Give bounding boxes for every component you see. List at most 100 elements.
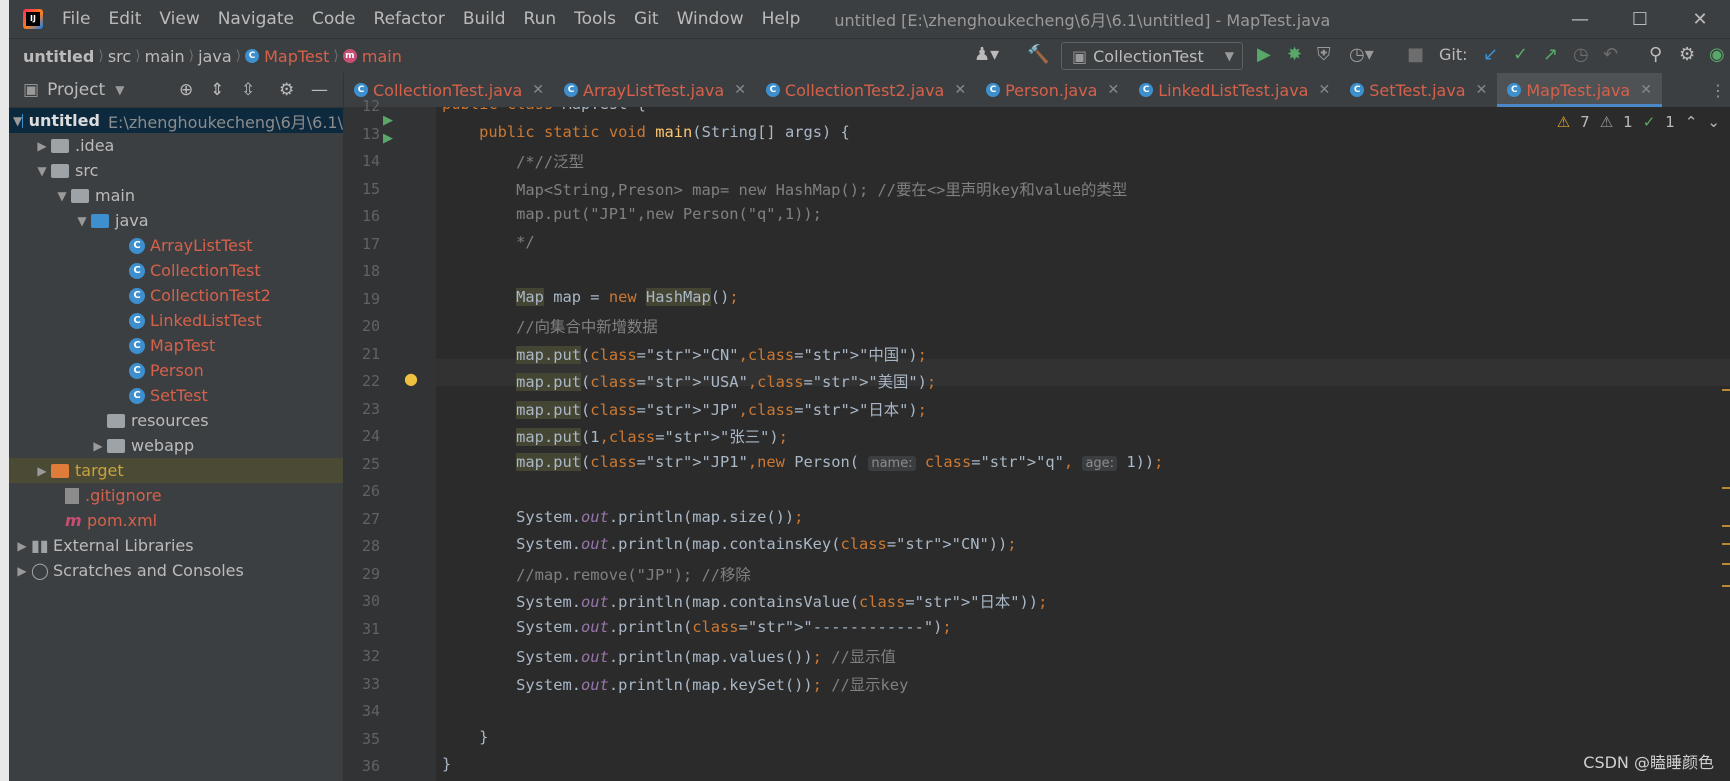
git-push-icon[interactable]: ↗ — [1543, 44, 1558, 66]
code-line[interactable]: map.put(class="str">"JP1",new Person( na… — [442, 452, 1163, 471]
chevron-right-icon[interactable]: ▶ — [33, 464, 51, 478]
tree-item-maptest[interactable]: C MapTest — [9, 333, 343, 358]
tree-item-gitignore[interactable]: .gitignore — [9, 483, 343, 508]
git-commit-icon[interactable]: ✓ — [1513, 44, 1528, 66]
tree-item-pom[interactable]: m pom.xml — [9, 508, 343, 533]
expand-all-icon[interactable]: ⇕ — [210, 80, 224, 100]
lightbulb-icon[interactable]: ● — [404, 369, 418, 388]
code-line[interactable]: } — [442, 755, 451, 773]
tree-item-settest[interactable]: C SetTest — [9, 383, 343, 408]
chevron-right-icon[interactable]: ▶ — [13, 564, 31, 578]
code-line[interactable]: map.put(1,class="str">"张三"); — [442, 425, 788, 447]
run-gutter-icon[interactable]: ▶ — [383, 113, 393, 128]
code-line[interactable]: map.put(class="str">"JP",class="str">"日本… — [442, 398, 927, 420]
tab-linkedlisttest[interactable]: C LinkedListTest.java ✕ — [1129, 73, 1340, 107]
collapse-all-icon[interactable]: ⇳ — [241, 80, 255, 100]
tree-item-collectiontest[interactable]: C CollectionTest — [9, 258, 343, 283]
menu-code[interactable]: Code — [312, 9, 356, 29]
code-line[interactable]: */ — [442, 233, 535, 251]
code-line[interactable]: map.put("JP1",new Person("q",1)); — [442, 205, 822, 223]
code-line[interactable]: System.out.println(map.size()); — [442, 508, 803, 526]
menu-navigate[interactable]: Navigate — [218, 9, 294, 29]
run-icon[interactable]: ▶ — [1257, 44, 1271, 66]
close-icon[interactable]: ✕ — [954, 82, 966, 98]
tree-item-linkedlisttest[interactable]: C LinkedListTest — [9, 308, 343, 333]
error-stripe-mark[interactable] — [1722, 525, 1730, 527]
git-history-icon[interactable]: ◷ — [1573, 44, 1589, 66]
inspection-widget[interactable]: ⚠ 7 ⚠ 1 ✓ 1 ⌃ ⌄ — [1557, 113, 1720, 131]
profile-icon[interactable]: ◷▾ — [1349, 44, 1374, 66]
menu-git[interactable]: Git — [634, 9, 659, 29]
menu-run[interactable]: Run — [524, 9, 557, 29]
chevron-right-icon[interactable]: ▶ — [89, 439, 107, 453]
breadcrumb-method[interactable]: main — [362, 47, 402, 66]
menu-file[interactable]: File — [62, 9, 90, 29]
menu-help[interactable]: Help — [762, 9, 801, 29]
tree-item-untitled[interactable]: ▼ untitled E:\zhenghoukecheng\6月\6.1\ — [9, 108, 343, 133]
tree-item-main[interactable]: ▼ main — [9, 183, 343, 208]
chevron-right-icon[interactable]: ▶ — [13, 539, 31, 553]
menu-refactor[interactable]: Refactor — [374, 9, 445, 29]
menu-window[interactable]: Window — [677, 9, 744, 29]
code-line[interactable]: System.out.println(class="str">"--------… — [442, 618, 952, 636]
error-stripe-mark[interactable] — [1722, 585, 1730, 587]
tree-item-src[interactable]: ▼ src — [9, 158, 343, 183]
code-line[interactable]: //map.remove("JP"); //移除 — [442, 563, 751, 585]
code-line[interactable]: public class MapTest { — [442, 107, 646, 113]
menu-tools[interactable]: Tools — [574, 9, 616, 29]
close-icon[interactable]: ✕ — [1476, 82, 1488, 98]
settings-gear-icon[interactable]: ⚙ — [1679, 44, 1695, 66]
error-stripe-mark[interactable] — [1722, 543, 1730, 545]
breadcrumb-src[interactable]: src — [108, 47, 131, 66]
gear-icon[interactable]: ⚙ — [279, 80, 294, 100]
breadcrumb-main[interactable]: main — [145, 47, 185, 66]
tree-item-resources[interactable]: resources — [9, 408, 343, 433]
code-line[interactable]: System.out.println(map.keySet()); //显示ke… — [442, 673, 908, 695]
tab-arraylisttest[interactable]: C ArrayListTest.java ✕ — [554, 73, 756, 107]
more-tabs-icon[interactable]: ⋮ — [1710, 81, 1726, 100]
run-gutter-icon[interactable]: ▶ — [383, 131, 393, 146]
run-configuration-select[interactable]: ▣ CollectionTest ▼ — [1061, 42, 1243, 70]
code-line[interactable]: /*//泛型 — [442, 150, 584, 172]
breadcrumb-project[interactable]: untitled — [23, 47, 94, 66]
breadcrumb-file[interactable]: MapTest — [264, 47, 329, 66]
build-hammer-icon[interactable]: 🔨 — [1027, 44, 1049, 66]
code-line[interactable]: Map map = new HashMap(); — [442, 287, 739, 306]
chevron-down-icon[interactable]: ▼ — [33, 164, 51, 178]
menu-build[interactable]: Build — [463, 9, 506, 29]
code-line[interactable]: } — [442, 728, 488, 746]
tab-settest[interactable]: C SetTest.java ✕ — [1340, 73, 1497, 107]
tree-item-webapp[interactable]: ▶ webapp — [9, 433, 343, 458]
tree-item-collectiontest2[interactable]: C CollectionTest2 — [9, 283, 343, 308]
tab-collectiontest2[interactable]: C CollectionTest2.java ✕ — [756, 73, 976, 107]
tab-person[interactable]: C Person.java ✕ — [976, 73, 1129, 107]
close-icon[interactable]: ✕ — [1670, 0, 1730, 38]
stop-icon[interactable]: ■ — [1407, 44, 1424, 66]
menu-view[interactable]: View — [159, 9, 199, 29]
chevron-up-icon[interactable]: ⌃ — [1685, 113, 1698, 131]
user-icon[interactable]: ♟▾ — [974, 44, 999, 66]
code-line[interactable]: System.out.println(map.values()); //显示值 — [442, 645, 896, 667]
code-line[interactable]: public static void main(String[] args) { — [442, 123, 850, 141]
code-line[interactable]: Map<String,Preson> map= new HashMap(); /… — [442, 178, 1127, 200]
tree-item-arraylisttest[interactable]: C ArrayListTest — [9, 233, 343, 258]
tree-item-person[interactable]: C Person — [9, 358, 343, 383]
code-line[interactable]: System.out.println(map.containsValue(cla… — [442, 590, 1047, 612]
plugin-icon[interactable]: ◉ — [1709, 44, 1725, 66]
chevron-down-icon[interactable]: ▼ — [73, 214, 91, 228]
maximize-icon[interactable]: ☐ — [1610, 0, 1670, 38]
git-rollback-icon[interactable]: ↶ — [1603, 44, 1618, 66]
git-update-icon[interactable]: ↙ — [1483, 44, 1498, 66]
project-panel-title[interactable]: Project — [47, 80, 105, 100]
chevron-down-icon[interactable]: ▼ — [115, 83, 124, 97]
tree-item-target[interactable]: ▶ target — [9, 458, 343, 483]
breadcrumb-java[interactable]: java — [198, 47, 232, 66]
close-icon[interactable]: ✕ — [532, 82, 544, 98]
tree-item-idea[interactable]: ▶ .idea — [9, 133, 343, 158]
tab-maptest[interactable]: C MapTest.java ✕ — [1497, 73, 1662, 107]
close-icon[interactable]: ✕ — [734, 82, 746, 98]
code-line[interactable]: map.put(class="str">"CN",class="str">"中国… — [442, 343, 927, 365]
error-stripe-mark[interactable] — [1722, 487, 1730, 489]
tree-item-external-libraries[interactable]: ▶ ▮▮ External Libraries — [9, 533, 343, 558]
error-stripe-mark[interactable] — [1722, 563, 1730, 565]
